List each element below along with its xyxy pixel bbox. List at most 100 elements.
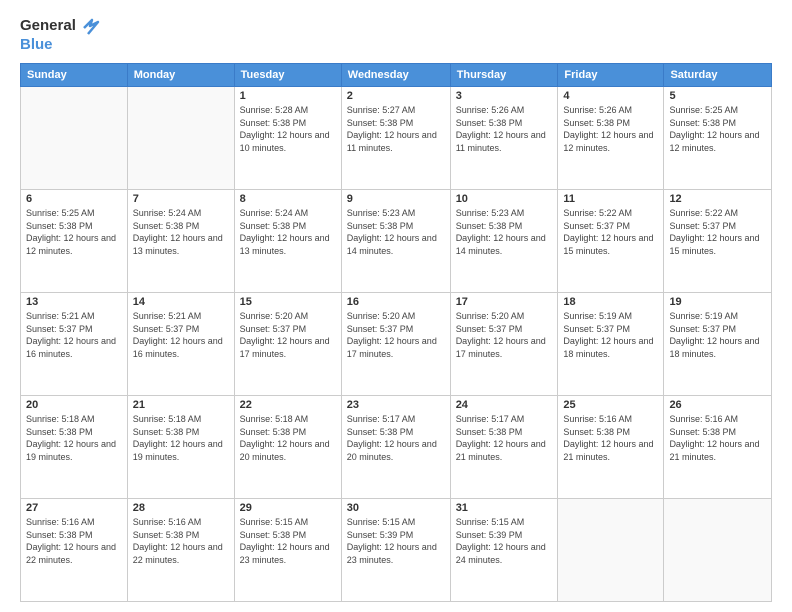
day-info: Sunrise: 5:22 AM Sunset: 5:37 PM Dayligh… (563, 207, 658, 257)
day-info: Sunrise: 5:16 AM Sunset: 5:38 PM Dayligh… (26, 516, 122, 566)
day-number: 13 (26, 296, 122, 308)
calendar-cell: 27 Sunrise: 5:16 AM Sunset: 5:38 PM Dayli… (21, 499, 128, 602)
day-info: Sunrise: 5:23 AM Sunset: 5:38 PM Dayligh… (456, 207, 553, 257)
calendar-cell: 13Sunrise: 5:21 AM Sunset: 5:37 PM Dayli… (21, 293, 128, 396)
calendar-cell: 6 Sunrise: 5:25 AM Sunset: 5:38 PM Daylig… (21, 190, 128, 293)
page: General Blue SundayMondayTuesdayWednesda… (0, 0, 792, 612)
day-info: Sunrise: 5:27 AM Sunset: 5:38 PM Dayligh… (347, 104, 445, 154)
day-info: Sunrise: 5:18 AM Sunset: 5:38 PM Dayligh… (133, 413, 229, 463)
logo-general-text: General (20, 17, 76, 34)
day-number: 5 (669, 90, 766, 102)
calendar-cell: 25Sunrise: 5:16 AM Sunset: 5:38 PM Dayli… (558, 396, 664, 499)
day-number: 11 (563, 193, 658, 205)
day-info: Sunrise: 5:15 AM Sunset: 5:39 PM Dayligh… (347, 516, 445, 566)
day-number: 20 (26, 399, 122, 411)
day-info: Sunrise: 5:28 AM Sunset: 5:38 PM Dayligh… (240, 104, 336, 154)
calendar-cell: 21 Sunrise: 5:18 AM Sunset: 5:38 PM Dayli… (127, 396, 234, 499)
logo-blue-text: Blue (20, 36, 100, 53)
calendar-cell: 17 Sunrise: 5:20 AM Sunset: 5:37 PM Dayli… (450, 293, 558, 396)
day-info: Sunrise: 5:21 AM Sunset: 5:37 PM Dayligh… (133, 310, 229, 360)
logo: General Blue (20, 16, 100, 53)
weekday-header-monday: Monday (127, 64, 234, 87)
day-info: Sunrise: 5:24 AM Sunset: 5:38 PM Dayligh… (240, 207, 336, 257)
weekday-header-tuesday: Tuesday (234, 64, 341, 87)
weekday-header-thursday: Thursday (450, 64, 558, 87)
day-number: 6 (26, 193, 122, 205)
week-row-4: 27 Sunrise: 5:16 AM Sunset: 5:38 PM Dayli… (21, 499, 772, 602)
day-number: 22 (240, 399, 336, 411)
calendar-cell: 29 Sunrise: 5:15 AM Sunset: 5:38 PM Dayli… (234, 499, 341, 602)
calendar-cell: 3Sunrise: 5:26 AM Sunset: 5:38 PM Daylig… (450, 87, 558, 190)
calendar-cell (664, 499, 772, 602)
day-info: Sunrise: 5:18 AM Sunset: 5:38 PM Dayligh… (26, 413, 122, 463)
calendar-cell: 8 Sunrise: 5:24 AM Sunset: 5:38 PM Daylig… (234, 190, 341, 293)
calendar-cell: 23Sunrise: 5:17 AM Sunset: 5:38 PM Dayli… (341, 396, 450, 499)
day-info: Sunrise: 5:15 AM Sunset: 5:39 PM Dayligh… (456, 516, 553, 566)
calendar-cell: 18 Sunrise: 5:19 AM Sunset: 5:37 PM Dayli… (558, 293, 664, 396)
day-info: Sunrise: 5:25 AM Sunset: 5:38 PM Dayligh… (26, 207, 122, 257)
calendar-table: SundayMondayTuesdayWednesdayThursdayFrid… (20, 63, 772, 602)
week-row-3: 20 Sunrise: 5:18 AM Sunset: 5:38 PM Dayli… (21, 396, 772, 499)
calendar-cell: 20 Sunrise: 5:18 AM Sunset: 5:38 PM Dayli… (21, 396, 128, 499)
day-number: 8 (240, 193, 336, 205)
day-info: Sunrise: 5:19 AM Sunset: 5:37 PM Dayligh… (563, 310, 658, 360)
day-number: 1 (240, 90, 336, 102)
day-number: 24 (456, 399, 553, 411)
calendar-cell: 4Sunrise: 5:26 AM Sunset: 5:38 PM Daylig… (558, 87, 664, 190)
calendar-cell: 9Sunrise: 5:23 AM Sunset: 5:38 PM Daylig… (341, 190, 450, 293)
day-number: 23 (347, 399, 445, 411)
calendar-cell (127, 87, 234, 190)
weekday-header-saturday: Saturday (664, 64, 772, 87)
weekday-header-sunday: Sunday (21, 64, 128, 87)
day-number: 16 (347, 296, 445, 308)
day-number: 2 (347, 90, 445, 102)
calendar-cell: 19 Sunrise: 5:19 AM Sunset: 5:37 PM Dayli… (664, 293, 772, 396)
day-number: 18 (563, 296, 658, 308)
header: General Blue (20, 16, 772, 53)
day-info: Sunrise: 5:20 AM Sunset: 5:37 PM Dayligh… (347, 310, 445, 360)
day-number: 10 (456, 193, 553, 205)
day-info: Sunrise: 5:18 AM Sunset: 5:38 PM Dayligh… (240, 413, 336, 463)
calendar-cell: 22 Sunrise: 5:18 AM Sunset: 5:38 PM Dayli… (234, 396, 341, 499)
day-number: 27 (26, 502, 122, 514)
day-number: 19 (669, 296, 766, 308)
day-number: 30 (347, 502, 445, 514)
weekday-header-row: SundayMondayTuesdayWednesdayThursdayFrid… (21, 64, 772, 87)
day-number: 29 (240, 502, 336, 514)
day-number: 4 (563, 90, 658, 102)
day-info: Sunrise: 5:25 AM Sunset: 5:38 PM Dayligh… (669, 104, 766, 154)
logo-bird-icon (78, 16, 100, 36)
calendar-cell: 15 Sunrise: 5:20 AM Sunset: 5:37 PM Dayli… (234, 293, 341, 396)
calendar-cell: 26Sunrise: 5:16 AM Sunset: 5:38 PM Dayli… (664, 396, 772, 499)
day-info: Sunrise: 5:15 AM Sunset: 5:38 PM Dayligh… (240, 516, 336, 566)
day-info: Sunrise: 5:20 AM Sunset: 5:37 PM Dayligh… (240, 310, 336, 360)
day-number: 7 (133, 193, 229, 205)
calendar-cell: 5 Sunrise: 5:25 AM Sunset: 5:38 PM Daylig… (664, 87, 772, 190)
day-info: Sunrise: 5:22 AM Sunset: 5:37 PM Dayligh… (669, 207, 766, 257)
day-number: 21 (133, 399, 229, 411)
day-info: Sunrise: 5:16 AM Sunset: 5:38 PM Dayligh… (669, 413, 766, 463)
weekday-header-wednesday: Wednesday (341, 64, 450, 87)
day-info: Sunrise: 5:19 AM Sunset: 5:37 PM Dayligh… (669, 310, 766, 360)
day-info: Sunrise: 5:20 AM Sunset: 5:37 PM Dayligh… (456, 310, 553, 360)
weekday-header-friday: Friday (558, 64, 664, 87)
day-number: 3 (456, 90, 553, 102)
calendar-cell: 11 Sunrise: 5:22 AM Sunset: 5:37 PM Dayli… (558, 190, 664, 293)
calendar-cell: 16 Sunrise: 5:20 AM Sunset: 5:37 PM Dayli… (341, 293, 450, 396)
day-number: 15 (240, 296, 336, 308)
calendar-cell: 10 Sunrise: 5:23 AM Sunset: 5:38 PM Dayli… (450, 190, 558, 293)
day-number: 17 (456, 296, 553, 308)
day-number: 12 (669, 193, 766, 205)
calendar-cell (21, 87, 128, 190)
calendar-cell: 31 Sunrise: 5:15 AM Sunset: 5:39 PM Dayli… (450, 499, 558, 602)
day-number: 31 (456, 502, 553, 514)
calendar-cell: 12 Sunrise: 5:22 AM Sunset: 5:37 PM Dayli… (664, 190, 772, 293)
calendar-cell: 14 Sunrise: 5:21 AM Sunset: 5:37 PM Dayli… (127, 293, 234, 396)
day-info: Sunrise: 5:17 AM Sunset: 5:38 PM Dayligh… (456, 413, 553, 463)
day-number: 14 (133, 296, 229, 308)
calendar-cell: 7Sunrise: 5:24 AM Sunset: 5:38 PM Daylig… (127, 190, 234, 293)
calendar-cell (558, 499, 664, 602)
day-info: Sunrise: 5:16 AM Sunset: 5:38 PM Dayligh… (563, 413, 658, 463)
calendar-cell: 1 Sunrise: 5:28 AM Sunset: 5:38 PM Daylig… (234, 87, 341, 190)
calendar-cell: 30 Sunrise: 5:15 AM Sunset: 5:39 PM Dayli… (341, 499, 450, 602)
